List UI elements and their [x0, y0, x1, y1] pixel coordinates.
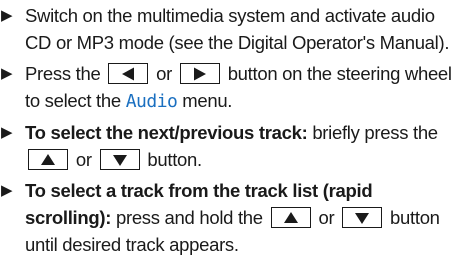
step-arrow-icon: ▶ — [1, 182, 13, 199]
step-text: press and hold the — [115, 207, 263, 228]
steering-down-button — [99, 149, 140, 170]
step-arrow-icon: ▶ — [1, 7, 13, 24]
instruction-step: ▶ To select the next/previous track: bri… — [0, 119, 462, 173]
instruction-list: ▶ Switch on the multimedia system and ac… — [0, 0, 462, 258]
steering-left-button — [108, 63, 149, 84]
instruction-step: ▶ To select a track from the track list … — [0, 177, 462, 258]
steering-up-button — [28, 149, 68, 170]
arrow-left-icon — [122, 67, 135, 80]
steering-right-button — [179, 63, 220, 84]
steering-down-button — [342, 207, 383, 228]
or-text: or — [156, 63, 172, 84]
arrow-right-icon — [193, 67, 206, 80]
arrow-down-icon — [355, 212, 370, 224]
audio-menu-label: Audio — [125, 91, 178, 112]
step-text: button. — [147, 149, 202, 170]
instruction-step: ▶ Switch on the multimedia system and ac… — [0, 2, 462, 56]
steering-up-button — [270, 207, 311, 228]
or-text: or — [318, 207, 335, 228]
arrow-up-icon — [41, 153, 55, 165]
step-text: briefly press the — [312, 122, 438, 143]
step-arrow-icon: ▶ — [1, 65, 13, 82]
instruction-step: ▶ Press the or button on the steering wh… — [0, 60, 462, 115]
step-heading: To select the next/previous track: — [25, 122, 308, 143]
step-text: menu. — [182, 90, 233, 111]
step-text: Switch on the multimedia system and acti… — [25, 5, 450, 53]
step-arrow-icon: ▶ — [1, 124, 13, 141]
or-text: or — [75, 149, 92, 170]
arrow-down-icon — [112, 154, 127, 166]
step-text: Press the — [25, 63, 101, 84]
arrow-up-icon — [283, 211, 298, 223]
